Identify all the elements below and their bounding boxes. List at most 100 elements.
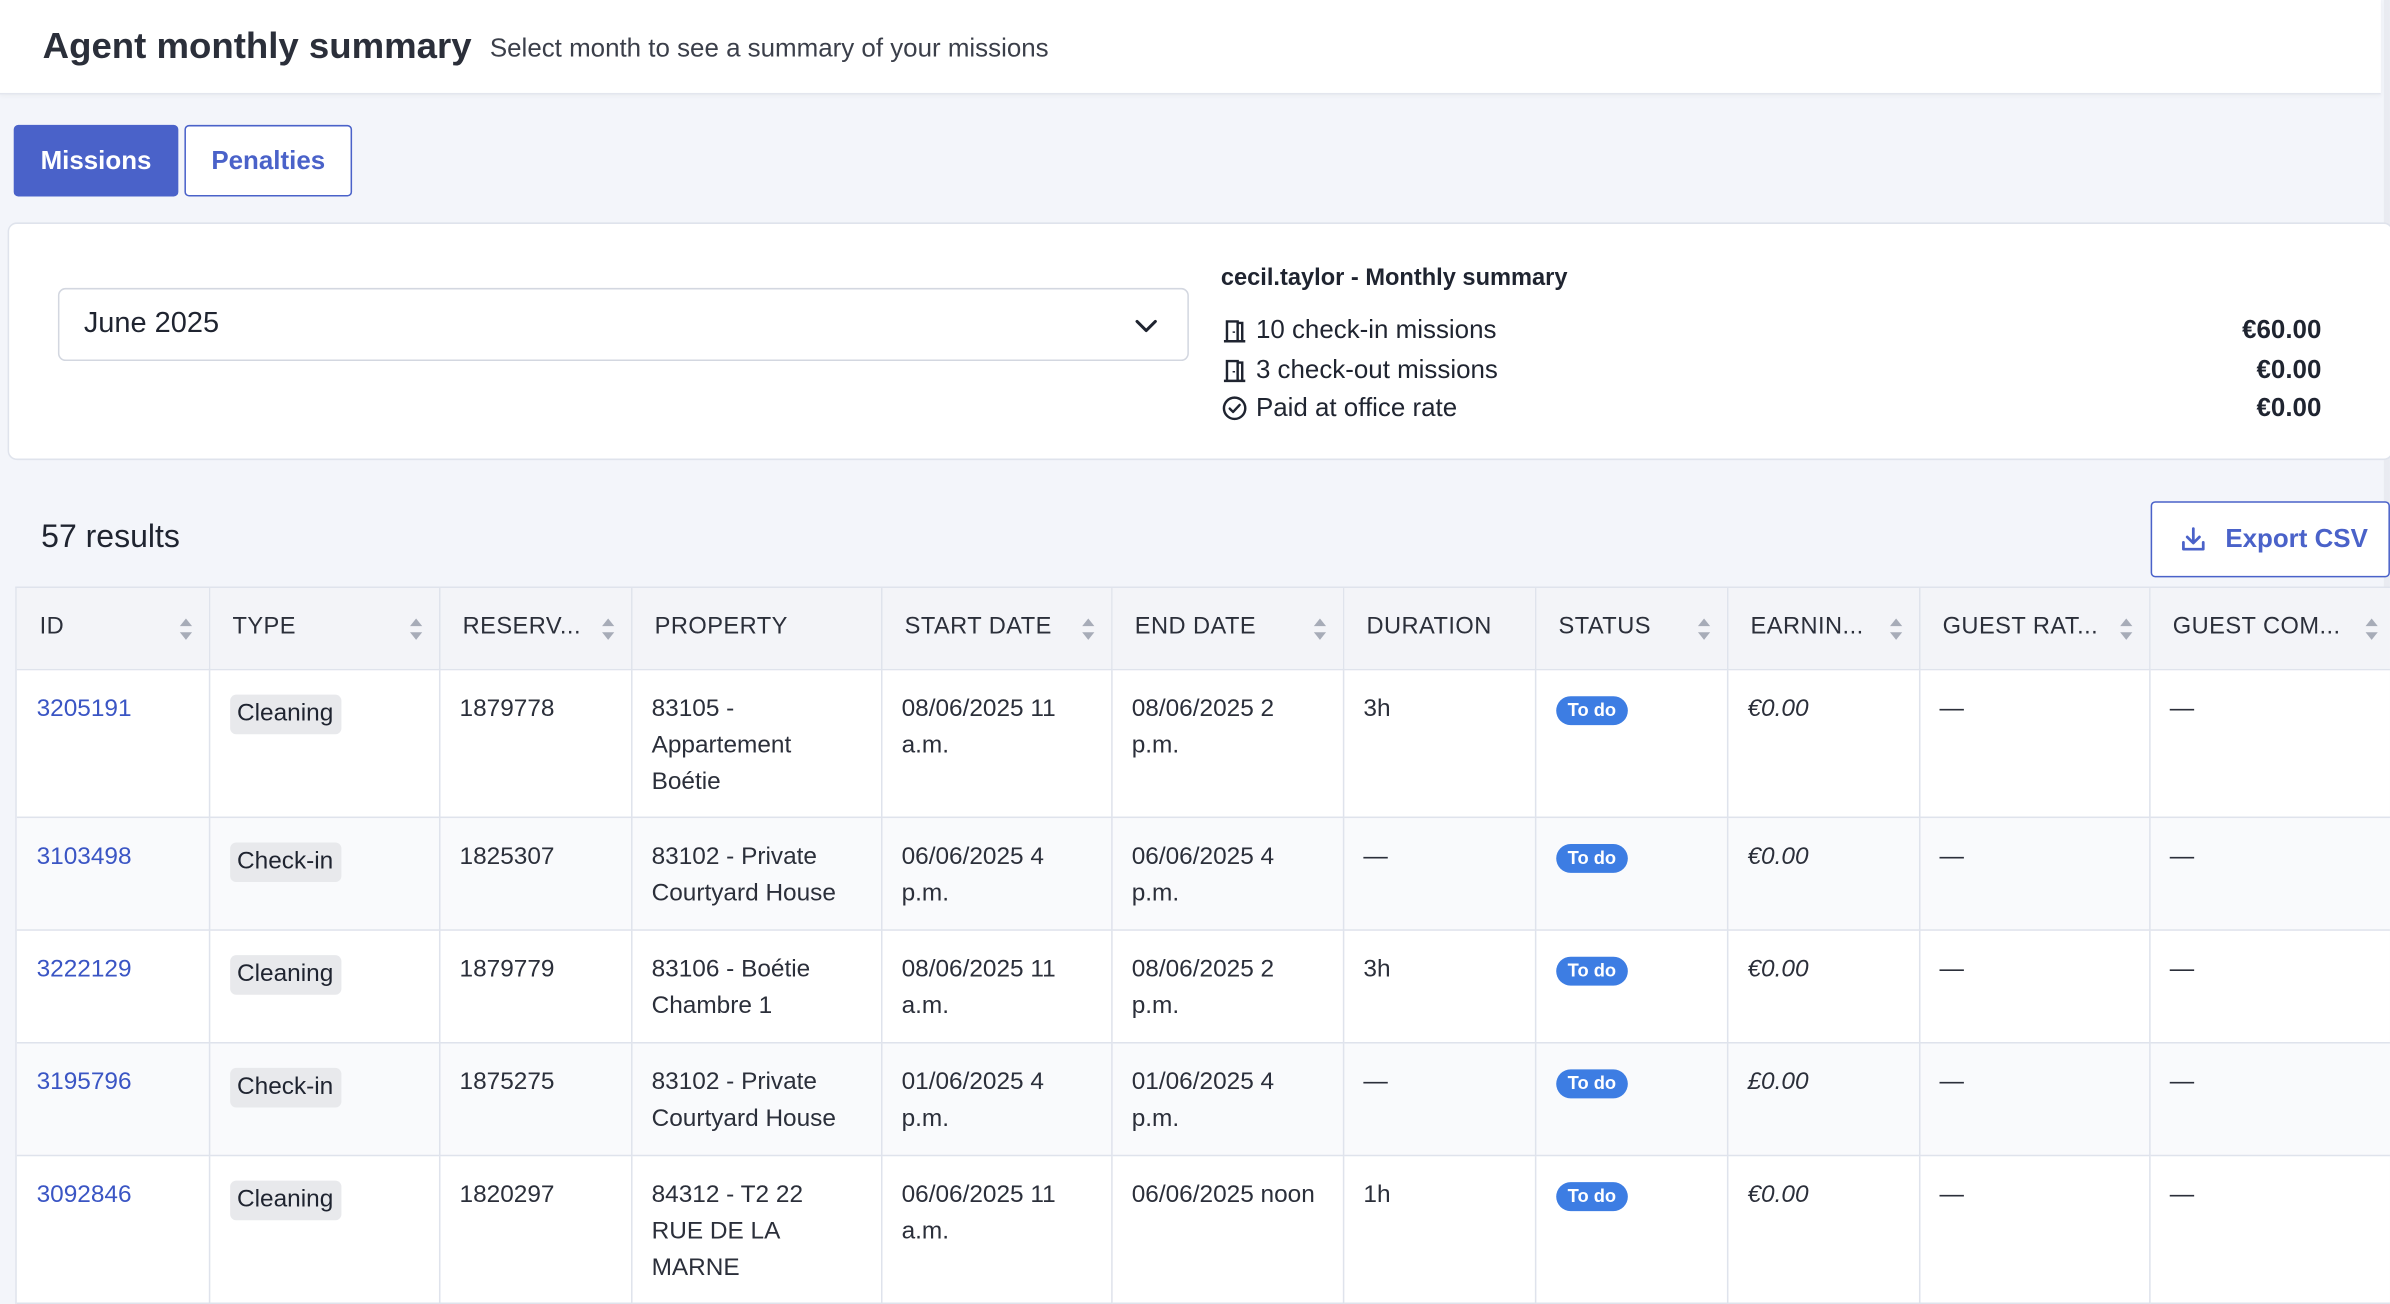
column-header-status[interactable]: STATUS — [1534, 588, 1728, 670]
cell-status: To do — [1534, 668, 1728, 818]
mission-id-link[interactable]: 3092846 — [37, 1181, 132, 1207]
cell-start-date: 01/06/2025 4 p.m. — [880, 1042, 1112, 1156]
summary-line-label: Paid at office rate — [1255, 393, 1458, 422]
cell-guest-comment: — — [2149, 929, 2390, 1043]
cell-property: 83106 - Boétie Chambre 1 — [631, 929, 882, 1043]
cell-status: To do — [1534, 816, 1728, 931]
status-badge: To do — [1555, 695, 1629, 725]
results-count: 57 results — [41, 519, 180, 555]
tab-missions[interactable]: Missions — [13, 124, 179, 197]
column-header-property[interactable]: PROPERTY — [631, 588, 882, 670]
table-row: 3205191 Cleaning 1879778 83105 - Apparte… — [16, 668, 2390, 818]
column-header-earnings[interactable]: EARNIN... — [1726, 588, 1920, 670]
sort-icon — [601, 618, 614, 640]
cell-id: 3092846 — [16, 1154, 210, 1304]
page-subtitle: Select month to see a summary of your mi… — [489, 32, 1049, 62]
cell-reservation: 1879779 — [438, 929, 632, 1043]
summary-line-label: 10 check-in missions — [1255, 315, 1497, 345]
column-header-label: STATUS — [1558, 614, 1651, 641]
mission-id-link[interactable]: 3205191 — [37, 695, 132, 721]
month-select[interactable]: June 2025 — [57, 287, 1189, 362]
sort-icon — [1313, 618, 1326, 640]
status-badge: To do — [1555, 1181, 1629, 1211]
column-header-label: START DATE — [904, 614, 1052, 641]
column-header-label: GUEST COM... — [2172, 614, 2341, 641]
check-circle-icon — [1222, 396, 1247, 421]
column-header-id[interactable]: ID — [16, 588, 210, 670]
sort-icon — [179, 618, 192, 640]
column-header-label: TYPE — [232, 614, 296, 641]
cell-start-date: 08/06/2025 11 a.m. — [880, 668, 1112, 818]
column-header-label: ID — [39, 614, 65, 641]
column-header-duration[interactable]: DURATION — [1342, 588, 1536, 670]
cell-earnings: €0.00 — [1726, 1154, 1920, 1304]
summary-line-amount: €60.00 — [2242, 315, 2322, 345]
cell-end-date: 06/06/2025 noon — [1111, 1154, 1344, 1304]
column-header-reservation[interactable]: RESERV... — [438, 588, 632, 670]
table-header-row: ID TYPE RESERV... PROPERTY START DATE EN… — [16, 588, 2390, 670]
cell-guest-comment: — — [2149, 1154, 2390, 1304]
cell-type: Cleaning — [208, 1154, 440, 1304]
column-header-type[interactable]: TYPE — [208, 588, 440, 670]
cell-id: 3195796 — [16, 1042, 210, 1156]
sort-icon — [2119, 618, 2132, 640]
tab-penalties[interactable]: Penalties — [184, 124, 353, 197]
table-row: 3195796 Check-in 1875275 83102 - Private… — [16, 1042, 2390, 1156]
cell-type: Check-in — [208, 1042, 440, 1156]
column-header-guest-comment[interactable]: GUEST COM... — [2149, 588, 2390, 670]
summary-line-amount: €0.00 — [2256, 393, 2322, 422]
cell-status: To do — [1534, 1154, 1728, 1304]
cell-status: To do — [1534, 1042, 1728, 1156]
cell-guest-comment: — — [2149, 1042, 2390, 1156]
cell-earnings: €0.00 — [1726, 816, 1920, 931]
cell-reservation: 1879778 — [438, 668, 632, 818]
cell-duration: 3h — [1342, 668, 1536, 818]
missions-table: ID TYPE RESERV... PROPERTY START DATE EN… — [15, 586, 2390, 1304]
column-header-end-date[interactable]: END DATE — [1111, 588, 1344, 670]
status-badge: To do — [1555, 955, 1629, 985]
mission-id-link[interactable]: 3222129 — [37, 956, 132, 982]
export-csv-label: Export CSV — [2225, 524, 2368, 553]
page-title: Agent monthly summary — [42, 25, 472, 67]
column-header-start-date[interactable]: START DATE — [880, 588, 1112, 670]
download-icon — [2182, 527, 2205, 551]
cell-property: 84312 - T2 22 RUE DE LA MARNE — [631, 1154, 882, 1304]
column-header-label: EARNIN... — [1750, 614, 1864, 641]
column-header-label: RESERV... — [462, 614, 581, 641]
cell-guest-rating: — — [1918, 816, 2150, 931]
cell-type: Cleaning — [208, 668, 440, 818]
cell-id: 3222129 — [16, 929, 210, 1043]
cell-guest-comment: — — [2149, 816, 2390, 931]
cell-type: Cleaning — [208, 929, 440, 1043]
cell-id: 3103498 — [16, 816, 210, 931]
cell-reservation: 1875275 — [438, 1042, 632, 1156]
cell-earnings: €0.00 — [1726, 668, 1920, 818]
column-header-guest-rating[interactable]: GUEST RAT... — [1918, 588, 2150, 670]
cell-property: 83105 - Appartement Boétie — [631, 668, 882, 818]
type-chip: Cleaning — [229, 954, 341, 995]
summary-line-office-rate: Paid at office rate €0.00 — [1221, 392, 2321, 426]
cell-id: 3205191 — [16, 668, 210, 818]
cell-earnings: £0.00 — [1726, 1042, 1920, 1156]
summary-line-amount: €0.00 — [2256, 354, 2322, 384]
cell-guest-rating: — — [1918, 1154, 2150, 1304]
export-csv-button[interactable]: Export CSV — [2150, 501, 2390, 578]
cell-property: 83102 - Private Courtyard House — [631, 816, 882, 931]
summary-line-checkin: 10 check-in missions €60.00 — [1221, 314, 2321, 348]
cell-guest-rating: — — [1918, 668, 2150, 818]
cell-reservation: 1820297 — [438, 1154, 632, 1304]
cell-start-date: 06/06/2025 4 p.m. — [880, 816, 1112, 931]
cell-start-date: 06/06/2025 11 a.m. — [880, 1154, 1112, 1304]
mission-id-link[interactable]: 3103498 — [37, 843, 132, 869]
chevron-down-icon — [1135, 319, 1157, 333]
table-row: 3092846 Cleaning 1820297 84312 - T2 22 R… — [16, 1154, 2390, 1304]
table-row: 3103498 Check-in 1825307 83102 - Private… — [16, 816, 2390, 931]
mission-id-link[interactable]: 3195796 — [37, 1069, 132, 1095]
cell-duration: 1h — [1342, 1154, 1536, 1304]
month-select-value: June 2025 — [83, 307, 220, 340]
summary-line-checkout: 3 check-out missions €0.00 — [1221, 353, 2321, 387]
cell-end-date: 08/06/2025 2 p.m. — [1111, 668, 1344, 818]
sort-icon — [409, 618, 422, 640]
status-badge: To do — [1555, 843, 1629, 873]
cell-guest-comment: — — [2149, 668, 2390, 818]
